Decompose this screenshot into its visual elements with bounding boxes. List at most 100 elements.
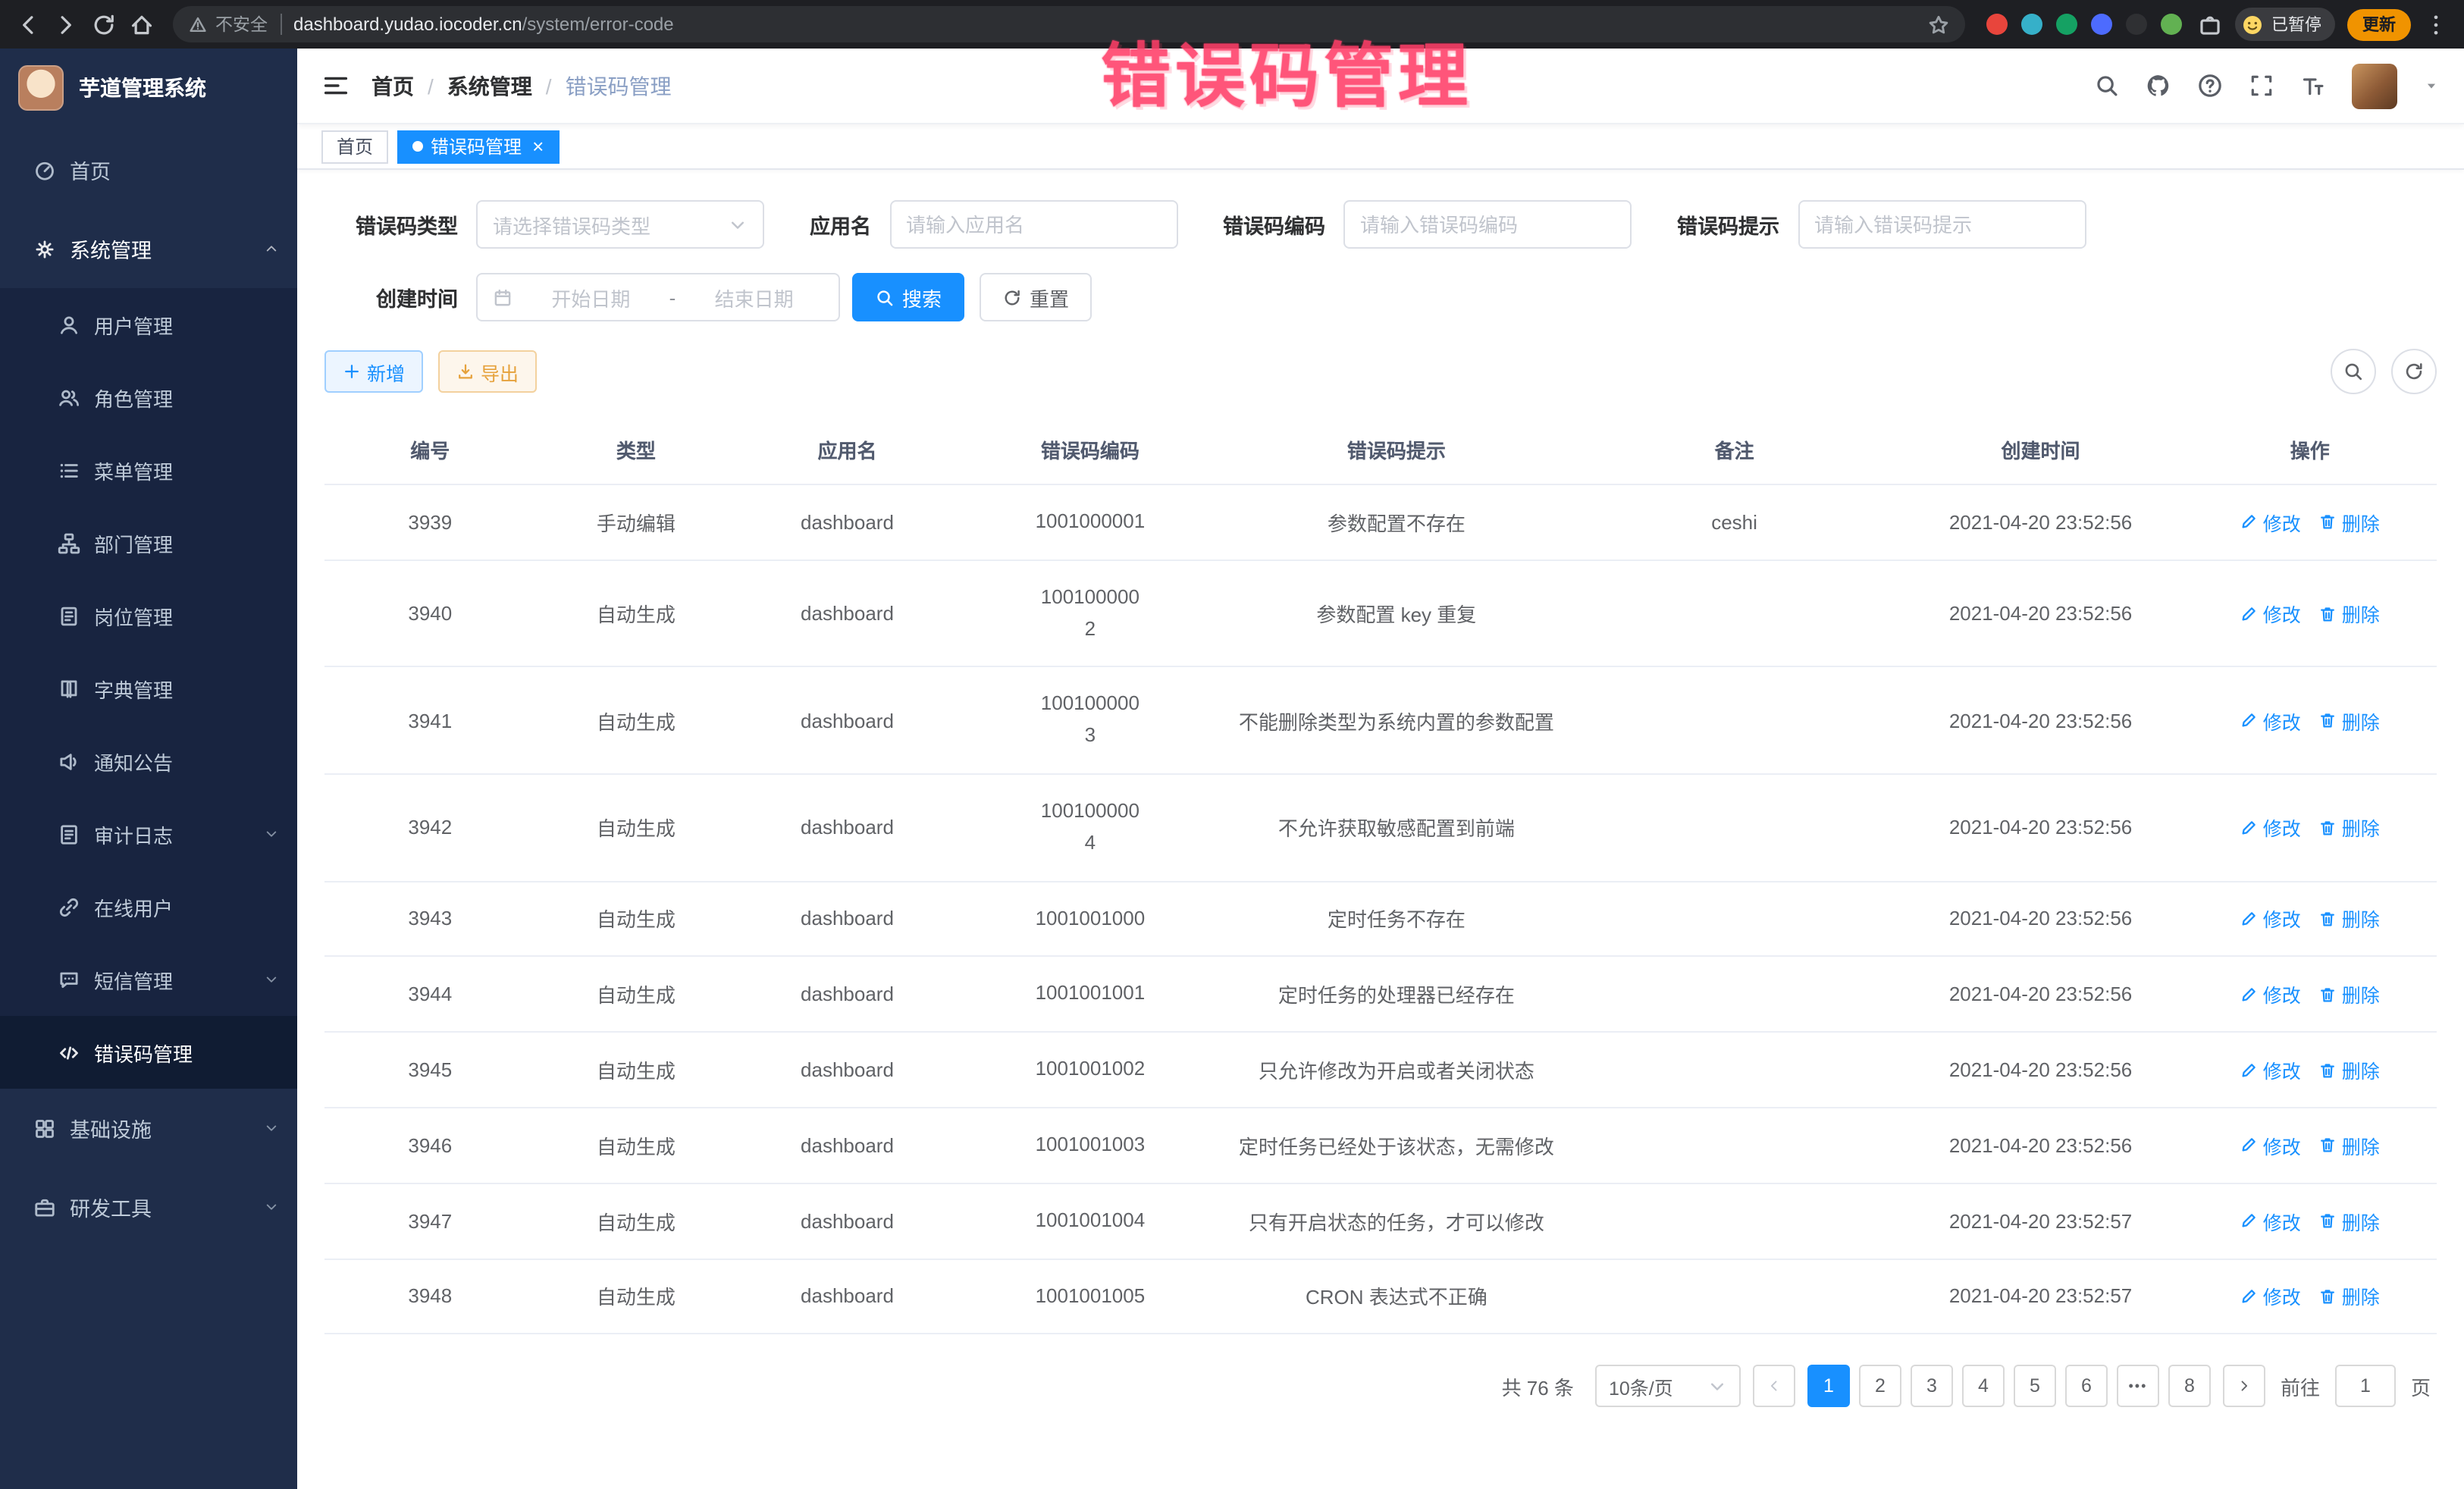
page-size-select[interactable]: 10条/页 [1595,1365,1741,1408]
delete-link[interactable]: 删除 [2319,980,2380,1009]
tab-error-codes[interactable]: 错误码管理× [397,130,559,163]
sidebar-item-label: 字典管理 [94,674,279,703]
edit-link-label: 修改 [2263,1206,2301,1235]
fullscreen-icon[interactable] [2249,73,2274,99]
sidebar-item-infrastructure[interactable]: 基础设施 [0,1089,297,1168]
error-code-input[interactable] [1343,200,1632,249]
sidebar-item-menus[interactable]: 菜单管理 [0,434,297,506]
update-button[interactable]: 更新 [2347,8,2411,40]
app-name-input[interactable] [889,200,1177,249]
edit-link[interactable]: 修改 [2240,813,2301,842]
avatar[interactable] [2352,63,2397,108]
forward-icon[interactable] [53,11,79,37]
edit-link[interactable]: 修改 [2240,1055,2301,1084]
delete-link[interactable]: 删除 [2319,706,2380,735]
logo[interactable]: 芋道管理系统 [0,49,297,127]
export-button[interactable]: 导出 [438,350,537,393]
pager-page-2[interactable]: 2 [1859,1365,1901,1408]
url-path: /system/error-code [522,14,674,35]
error-message-input[interactable] [1798,200,2086,249]
sidebar-item-notices[interactable]: 通知公告 [0,725,297,798]
font-size-icon[interactable] [2300,73,2326,99]
breadcrumb-item[interactable]: 系统管理 [447,71,532,101]
next-page-button[interactable] [2223,1365,2265,1408]
extension-icon[interactable] [1986,14,2008,35]
pager-page-3[interactable]: 3 [1911,1365,1953,1408]
breadcrumb-item[interactable]: 首页 [371,71,414,101]
breadcrumb-item[interactable]: 错误码管理 [566,71,672,101]
sidebar-item-dictionary[interactable]: 字典管理 [0,652,297,725]
edit-link[interactable]: 修改 [2240,1206,2301,1235]
extension-icon[interactable] [2126,14,2147,35]
delete-link-label: 删除 [2342,706,2380,735]
reload-icon[interactable] [91,11,117,37]
edit-link[interactable]: 修改 [2240,599,2301,628]
edit-link[interactable]: 修改 [2240,1131,2301,1160]
delete-link-label: 删除 [2342,599,2380,628]
delete-link[interactable]: 删除 [2319,1131,2380,1160]
sidebar-item-roles[interactable]: 角色管理 [0,361,297,434]
table-header-row: 编号 类型 应用名 错误码编码 错误码提示 备注 创建时间 操作 [324,415,2437,484]
help-icon[interactable] [2197,73,2223,99]
pager-page-8[interactable]: 8 [2168,1365,2211,1408]
browser-menu-dots-icon[interactable] [2423,11,2449,37]
tab-home[interactable]: 首页 [321,130,388,163]
sidebar-item-dev-tools[interactable]: 研发工具 [0,1168,297,1246]
date-range-picker[interactable]: 开始日期 - 结束日期 [476,273,840,321]
sidebar-item-sms[interactable]: 短信管理 [0,943,297,1016]
edit-icon [2240,604,2259,622]
cell-remark [1571,1108,1898,1183]
toggle-search-button[interactable] [2331,349,2376,394]
delete-link[interactable]: 删除 [2319,508,2380,537]
prev-page-button[interactable] [1753,1365,1795,1408]
security-chip[interactable]: 不安全 [188,12,268,36]
add-button[interactable]: 新增 [324,350,423,393]
extensions-puzzle-icon[interactable] [2197,11,2223,37]
sidebar-item-home[interactable]: 首页 [0,130,297,209]
cell-remark [1571,560,1898,667]
edit-link[interactable]: 修改 [2240,904,2301,933]
github-icon[interactable] [2146,73,2171,99]
sidebar-item-error-codes[interactable]: 错误码管理 [0,1016,297,1089]
search-icon[interactable] [2094,73,2120,99]
extension-icon[interactable] [2161,14,2182,35]
extension-icon[interactable] [2056,14,2077,35]
address-bar[interactable]: 不安全 dashboard.yudao.iocoder.cn/system/er… [173,6,1965,42]
caret-down-icon[interactable] [2423,77,2440,94]
home-icon[interactable] [129,11,155,37]
edit-link[interactable]: 修改 [2240,706,2301,735]
sidebar-item-system[interactable]: 系统管理 [0,209,297,288]
sidebar-item-positions[interactable]: 岗位管理 [0,579,297,652]
hamburger-icon[interactable] [321,71,350,100]
pager-page-6[interactable]: 6 [2065,1365,2108,1408]
refresh-table-button[interactable] [2391,349,2437,394]
profile-chip[interactable]: 已暂停 [2235,8,2335,41]
delete-link[interactable]: 删除 [2319,599,2380,628]
cell-message: 参数配置不存在 [1222,484,1571,560]
edit-link[interactable]: 修改 [2240,980,2301,1009]
pager-page-1[interactable]: 1 [1807,1365,1850,1408]
close-icon[interactable]: × [532,136,544,156]
bookmark-star-icon[interactable] [1927,13,1950,36]
reset-button[interactable]: 重置 [980,273,1092,321]
extension-icon[interactable] [2091,14,2112,35]
delete-link[interactable]: 删除 [2319,1055,2380,1084]
back-icon[interactable] [15,11,41,37]
sidebar-item-online-users[interactable]: 在线用户 [0,870,297,943]
pager-ellipsis[interactable]: ••• [2117,1365,2159,1408]
goto-page-input[interactable] [2335,1365,2396,1408]
pager-page-4[interactable]: 4 [1962,1365,2005,1408]
extension-icon[interactable] [2021,14,2042,35]
delete-link[interactable]: 删除 [2319,1282,2380,1311]
delete-link[interactable]: 删除 [2319,904,2380,933]
pager-page-5[interactable]: 5 [2014,1365,2056,1408]
sidebar-item-audit-log[interactable]: 审计日志 [0,798,297,870]
delete-link[interactable]: 删除 [2319,1206,2380,1235]
sidebar-item-departments[interactable]: 部门管理 [0,506,297,579]
edit-link[interactable]: 修改 [2240,508,2301,537]
delete-link[interactable]: 删除 [2319,813,2380,842]
sidebar-item-users[interactable]: 用户管理 [0,288,297,361]
error-type-select[interactable]: 请选择错误码类型 [476,200,764,249]
edit-link[interactable]: 修改 [2240,1282,2301,1311]
search-button[interactable]: 搜索 [852,273,964,321]
